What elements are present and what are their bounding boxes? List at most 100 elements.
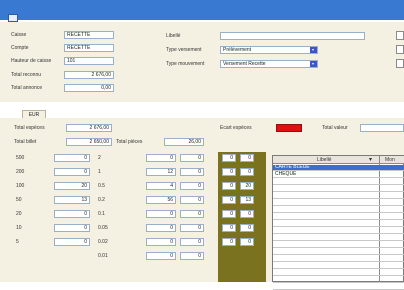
grid-row[interactable] [273, 228, 404, 234]
side-button-3[interactable] [396, 59, 404, 68]
grid-header-mon: Mon [385, 157, 395, 163]
billet-denomination: 100 [16, 183, 25, 189]
summary-value: 0 [240, 210, 254, 218]
grid-row[interactable]: CHEQUE [273, 172, 404, 178]
grid-row[interactable] [273, 270, 404, 276]
piece-denomination: 0.02 [98, 239, 108, 245]
type-versement-value: Prélèvement [223, 47, 252, 53]
grid-header: Libellé ▾ Mon [273, 156, 404, 164]
total-especes-field: 2 676,00 [66, 124, 112, 132]
total-billet-field: 2 650,00 [66, 138, 112, 146]
window-system-icon[interactable] [8, 14, 18, 22]
summary-value: 0 [222, 196, 236, 204]
type-mouvement-label: Type mouvement [166, 61, 205, 67]
type-versement-select[interactable]: Prélèvement [220, 46, 318, 54]
billet-count-input[interactable]: 13 [54, 196, 90, 204]
billet-count-input[interactable]: 0 [54, 224, 90, 232]
total-reconnu-label: Total reconnu [11, 72, 42, 78]
grid-row[interactable] [273, 277, 404, 283]
billet-denomination: 20 [16, 211, 22, 217]
summary-value: 13 [240, 196, 254, 204]
piece-count-input[interactable]: 0 [146, 224, 176, 232]
grid-row[interactable] [273, 207, 404, 213]
total-pieces-label: Total pièces [116, 139, 143, 145]
piece-amount-field: 0 [180, 168, 204, 176]
piece-count-input[interactable]: 12 [146, 168, 176, 176]
caisse-field[interactable]: RECETTE [64, 31, 114, 39]
grid-row[interactable] [273, 263, 404, 269]
grid-row[interactable] [273, 221, 404, 227]
summary-value: 0 [222, 154, 236, 162]
billet-count-input[interactable]: 0 [54, 210, 90, 218]
type-mouvement-select[interactable]: Versement Recette [220, 60, 318, 68]
payment-modes-grid[interactable]: Libellé ▾ Mon CARTE BLEUE CHEQUE [272, 155, 404, 290]
grid-header-libelle: Libellé [317, 157, 332, 163]
billet-denomination: 10 [16, 225, 22, 231]
billet-count-input[interactable]: 20 [54, 182, 90, 190]
piece-amount-field: 0 [180, 196, 204, 204]
grid-row[interactable] [273, 214, 404, 220]
total-reconnu-field: 2 676,00 [64, 71, 114, 79]
type-versement-label: Type versement [166, 47, 202, 53]
grid-row[interactable] [273, 256, 404, 262]
grid-row[interactable] [273, 242, 404, 248]
ecart-especes-label: Ecart espèces [220, 125, 252, 131]
summary-value: 0 [222, 224, 236, 232]
billet-count-input[interactable]: 0 [54, 154, 90, 162]
piece-denomination: 0.2 [98, 197, 105, 203]
billet-count-input[interactable]: 0 [54, 168, 90, 176]
piece-count-input[interactable]: 0 [146, 238, 176, 246]
piece-denomination: 0.1 [98, 211, 105, 217]
chevron-down-icon[interactable] [310, 61, 317, 67]
piece-denomination: 0.05 [98, 225, 108, 231]
grid-row[interactable] [273, 249, 404, 255]
grid-row[interactable] [273, 186, 404, 192]
piece-amount-field: 0 [180, 154, 204, 162]
grid-row[interactable] [273, 200, 404, 206]
grid-row[interactable] [273, 179, 404, 185]
summary-value: 0 [222, 210, 236, 218]
total-valeur-field [360, 124, 404, 132]
piece-denomination: 2 [98, 155, 101, 161]
filter-icon[interactable]: ▾ [369, 156, 372, 163]
piece-count-input[interactable]: 0 [146, 252, 176, 260]
summary-value: 0 [240, 238, 254, 246]
header-panel: Caisse RECETTE Compte RECETTE Hauteur de… [0, 22, 404, 102]
hauteur-field[interactable]: 101 [64, 57, 114, 65]
piece-denomination: 0.5 [98, 183, 105, 189]
total-especes-label: Total espèces [14, 125, 45, 131]
piece-denomination: 0.01 [98, 253, 108, 259]
summary-value: 0 [240, 154, 254, 162]
total-annonce-label: Total annonce [11, 85, 43, 91]
piece-denomination: 1 [98, 169, 101, 175]
title-bar [0, 0, 404, 20]
grid-row[interactable] [273, 193, 404, 199]
chevron-down-icon[interactable] [310, 47, 317, 53]
summary-value: 0 [222, 182, 236, 190]
piece-count-input[interactable]: 4 [146, 182, 176, 190]
summary-value: 0 [222, 168, 236, 176]
billet-denomination: 500 [16, 155, 25, 161]
piece-amount-field: 0 [180, 224, 204, 232]
libelle-label: Libellé [166, 33, 181, 39]
total-pieces-field: 26,00 [164, 138, 204, 146]
billet-denomination: 5 [16, 239, 19, 245]
grid-row[interactable] [273, 284, 404, 290]
billet-count-input[interactable]: 0 [54, 238, 90, 246]
piece-count-input[interactable]: 0 [146, 210, 176, 218]
libelle-field[interactable] [220, 32, 365, 40]
piece-amount-field: 0 [180, 210, 204, 218]
side-button-1[interactable] [396, 31, 404, 40]
total-valeur-label: Total valeur [322, 125, 348, 131]
side-button-2[interactable] [396, 45, 404, 54]
compte-field[interactable]: RECETTE [64, 44, 114, 52]
summary-value: 0 [240, 168, 254, 176]
hauteur-label: Hauteur de caisse [11, 58, 52, 64]
piece-count-input[interactable]: 0 [146, 154, 176, 162]
piece-amount-field: 0 [180, 252, 204, 260]
grid-row[interactable] [273, 235, 404, 241]
piece-count-input[interactable]: 56 [146, 196, 176, 204]
piece-amount-field: 0 [180, 182, 204, 190]
type-mouvement-value: Versement Recette [223, 61, 266, 67]
total-annonce-field: 0,00 [64, 84, 114, 92]
